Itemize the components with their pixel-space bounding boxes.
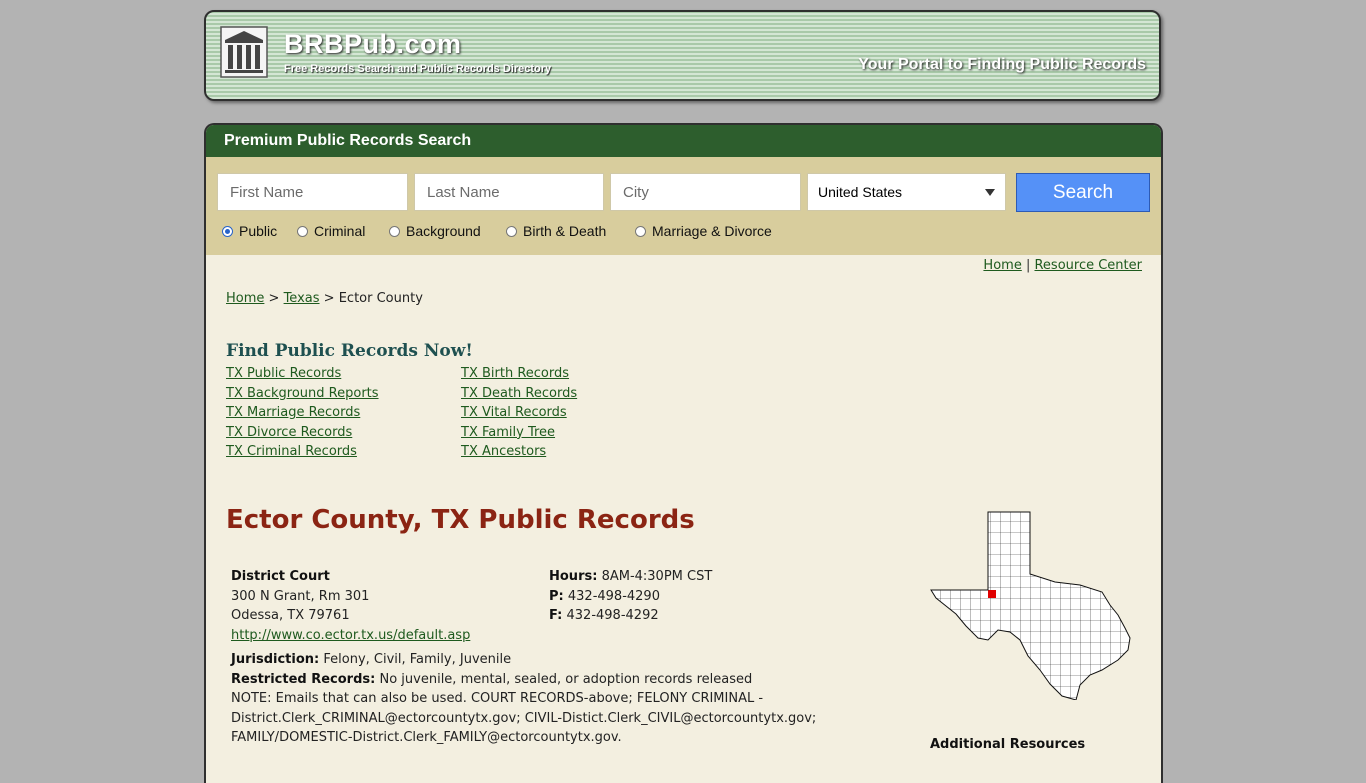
note-line: NOTE: Emails that can also be used. COUR… [231, 691, 764, 707]
top-link-separator: | [1025, 258, 1031, 273]
first-name-input[interactable] [217, 173, 408, 211]
radio-dot-icon [297, 226, 308, 237]
radio-dot-icon [506, 226, 517, 237]
radio-label: Public [239, 223, 278, 239]
search-bar: United States Search Public Criminal Bac… [206, 157, 1161, 255]
main-panel: Premium Public Records Search United Sta… [204, 123, 1163, 783]
site-name[interactable]: BRBPub.com [284, 29, 462, 60]
office-details-block: Jurisdiction: Felony, Civil, Family, Juv… [231, 650, 816, 748]
site-subtitle: Free Records Search and Public Records D… [284, 63, 552, 75]
breadcrumb-separator: > [268, 291, 280, 306]
radio-dot-icon [389, 226, 400, 237]
link-tx-public-records[interactable]: TX Public Records [226, 364, 379, 384]
texas-county-map [930, 511, 1131, 700]
breadcrumb-separator: > [323, 291, 335, 306]
site-tagline: Your Portal to Finding Public Records [858, 56, 1146, 73]
breadcrumb-texas[interactable]: Texas [284, 291, 320, 306]
additional-resources-heading: Additional Resources [930, 737, 1086, 752]
restricted-label: Restricted Records: [231, 671, 376, 687]
link-tx-criminal-records[interactable]: TX Criminal Records [226, 442, 379, 462]
county-title: Ector County, TX Public Records [226, 505, 695, 535]
note-line: FAMILY/DOMESTIC-District.Clerk_FAMILY@ec… [231, 730, 622, 746]
radio-label: Criminal [314, 223, 366, 239]
office-hours: 8AM-4:30PM CST [601, 569, 713, 584]
search-button[interactable]: Search [1016, 173, 1150, 212]
radio-label: Marriage & Divorce [652, 223, 772, 239]
link-tx-marriage-records[interactable]: TX Marriage Records [226, 403, 379, 423]
last-name-input[interactable] [414, 173, 604, 211]
office-name: District Court [231, 569, 330, 584]
breadcrumb: Home > Texas > Ector County [226, 291, 423, 306]
radio-label: Background [406, 223, 481, 239]
office-website-link[interactable]: http://www.co.ector.tx.us/default.asp [231, 628, 470, 643]
link-tx-background-reports[interactable]: TX Background Reports [226, 384, 379, 404]
jurisdiction-label: Jurisdiction: [231, 652, 320, 667]
link-tx-ancestors[interactable]: TX Ancestors [461, 442, 577, 462]
country-select-value: United States [818, 184, 903, 200]
courthouse-logo-icon[interactable] [220, 26, 268, 78]
restricted-value: No juvenile, mental, sealed, or adoption… [379, 671, 753, 687]
top-link-home[interactable]: Home [983, 258, 1021, 273]
jurisdiction-value: Felony, Civil, Family, Juvenile [323, 652, 512, 667]
office-address-block: District Court 300 N Grant, Rm 301 Odess… [231, 567, 470, 645]
find-links-left: TX Public Records TX Background Reports … [226, 364, 379, 462]
radio-label: Birth & Death [523, 223, 607, 239]
office-address-line1: 300 N Grant, Rm 301 [231, 588, 370, 604]
note-line: District.Clerk_CRIMINAL@ectorcountytx.go… [231, 710, 817, 726]
find-links-right: TX Birth Records TX Death Records TX Vit… [461, 364, 577, 462]
link-tx-family-tree[interactable]: TX Family Tree [461, 423, 577, 443]
country-select[interactable]: United States [807, 173, 1006, 211]
breadcrumb-home[interactable]: Home [226, 291, 264, 306]
top-links: Home | Resource Center [983, 258, 1142, 273]
radio-public[interactable]: Public [222, 223, 277, 239]
radio-dot-icon [222, 226, 233, 237]
link-tx-divorce-records[interactable]: TX Divorce Records [226, 423, 379, 443]
link-tx-birth-records[interactable]: TX Birth Records [461, 364, 577, 384]
radio-marriage-divorce[interactable]: Marriage & Divorce [635, 223, 772, 239]
link-tx-death-records[interactable]: TX Death Records [461, 384, 577, 404]
hours-label: Hours: [549, 569, 598, 584]
radio-birth-death[interactable]: Birth & Death [506, 223, 606, 239]
chevron-down-icon [985, 189, 995, 196]
office-phone: 432-498-4290 [567, 588, 660, 604]
breadcrumb-current: Ector County [338, 291, 423, 306]
city-input[interactable] [610, 173, 801, 211]
office-contact-block: Hours: 8AM-4:30PM CST P: 432-498-4290 F:… [549, 567, 712, 626]
radio-criminal[interactable]: Criminal [297, 223, 365, 239]
office-fax: 432-498-4292 [566, 608, 659, 624]
ector-county-marker [988, 590, 996, 598]
top-link-resource-center[interactable]: Resource Center [1034, 258, 1142, 273]
phone-label: P: [549, 588, 564, 604]
radio-background[interactable]: Background [389, 223, 481, 239]
fax-label: F: [549, 608, 563, 624]
site-header: BRBPub.com Free Records Search and Publi… [204, 10, 1161, 101]
search-heading: Premium Public Records Search [206, 125, 1161, 157]
radio-dot-icon [635, 226, 646, 237]
office-address-line2: Odessa, TX 79761 [231, 608, 350, 624]
find-records-title: Find Public Records Now! [226, 341, 473, 361]
link-tx-vital-records[interactable]: TX Vital Records [461, 403, 577, 423]
